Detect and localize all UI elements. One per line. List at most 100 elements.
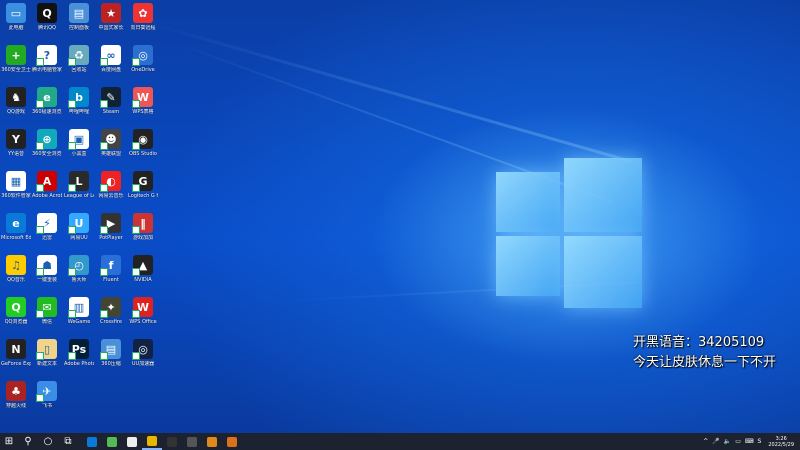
desktop-icon[interactable]: ▣ 小黑盒	[64, 129, 94, 157]
shortcut-arrow-icon	[100, 184, 108, 192]
tray-icon[interactable]: ^	[703, 438, 708, 445]
desktop-icon[interactable]: AAdobe Acrobat	[32, 171, 62, 199]
tray-icon[interactable]: 🎤	[712, 438, 719, 445]
desktop-icon[interactable]: ▥ WeGame	[64, 297, 94, 325]
shortcut-arrow-icon	[68, 58, 76, 66]
app-icon: A	[36, 171, 57, 192]
taskbar-app-icon[interactable]	[82, 433, 102, 450]
app-icon: ▶	[100, 213, 121, 234]
desktop-icon[interactable]: U 网易UU	[64, 213, 94, 241]
desktop-icon[interactable]: ⊕360安全浏览器	[32, 129, 62, 157]
desktop-icon[interactable]: ‖ 游戏加加	[128, 213, 158, 241]
desktop-icon[interactable]: ☗ 一键重装	[32, 255, 62, 283]
shortcut-arrow-icon	[68, 310, 76, 318]
desktop-icon[interactable]: ◐ 网易云音乐	[96, 171, 126, 199]
desktop-icon[interactable]: ◎ UU加速器	[128, 339, 158, 367]
desktop-icon[interactable]: ✦ Crossfire	[96, 297, 126, 325]
taskbar-app-icon[interactable]	[122, 433, 142, 450]
app-icon: ▣	[68, 129, 89, 150]
app-icon: L	[68, 171, 89, 192]
app-icon: ▤	[100, 339, 121, 360]
desktop-icon[interactable]: Y YY语音	[1, 129, 31, 157]
desktop-icon[interactable]: LLeague of Legends	[64, 171, 94, 199]
desktop-icon[interactable]: W WPS Office	[128, 297, 158, 325]
desktop-icon[interactable]: Q 腾讯QQ	[32, 3, 62, 31]
app-icon: ✦	[100, 297, 121, 318]
tray-icon[interactable]: ▭	[735, 438, 741, 445]
desktop-icon[interactable]: ✉ 微信	[32, 297, 62, 325]
taskbar-app-icon[interactable]	[202, 433, 222, 450]
taskbar-app-icon[interactable]	[222, 433, 242, 450]
taskbar-app-icon[interactable]	[102, 433, 122, 450]
desktop-icon[interactable]: +360安全卫士	[1, 45, 31, 73]
desktop-icon[interactable]: ∞ 百度网盘	[96, 45, 126, 73]
app-icon: e	[36, 87, 57, 108]
desktop-icon[interactable]: N GeForce Experience	[1, 339, 31, 367]
desktop-icon-label: Logitech G HUB	[128, 193, 158, 199]
tray-icon[interactable]: 🔈	[724, 438, 731, 445]
shortcut-arrow-icon	[36, 394, 44, 402]
desktop-icon[interactable]: ◴ 鲁大师	[64, 255, 94, 283]
desktop-icon[interactable]: PsAdobe Photoshop	[64, 339, 94, 367]
desktop-icon[interactable]: Q QQ浏览器	[1, 297, 31, 325]
light-beam	[149, 22, 632, 163]
desktop-icon[interactable]: ☻ 英雄联盟	[96, 129, 126, 157]
desktop-icon[interactable]: ▤ 控制面板	[64, 3, 94, 31]
desktop-icon[interactable]: ✎ Steam	[96, 87, 126, 115]
desktop-icon[interactable]: ▶ PotPlayer	[96, 213, 126, 241]
desktop-icon[interactable]: W WPS表格	[128, 87, 158, 115]
desktop-icon[interactable]: f Fluent	[96, 255, 126, 283]
taskbar-app-icon[interactable]	[162, 433, 182, 450]
desktop-icon-label: 穿越火线	[5, 403, 26, 409]
desktop-icon-label: 此电脑	[8, 25, 24, 31]
desktop-icon[interactable]: b 哔哩哔哩	[64, 87, 94, 115]
taskbar-app-icon[interactable]	[182, 433, 202, 450]
desktop-icon[interactable]: ✿ 向日葵远程	[128, 3, 158, 31]
app-icon: Q	[37, 3, 57, 23]
desktop-icon-label: 新建文本	[36, 361, 57, 367]
app-icon: ♫	[6, 255, 26, 275]
desktop-icon-label: 360极速浏览器	[32, 109, 62, 115]
taskbar-app-icon[interactable]	[142, 433, 162, 450]
desktop-wallpaper: ▭ 此电脑 Q 腾讯QQ ▤ 控制面板 ★ 中国式家长 ✿ 向日葵远程 +360安全卫士? 腾讯电脑管…	[0, 0, 800, 433]
desktop-icon[interactable]: ▭ 此电脑	[1, 3, 31, 31]
start-button[interactable]: ⊞	[0, 433, 18, 450]
desktop-icon[interactable]: ? 腾讯电脑管家	[32, 45, 62, 73]
task-view-icon[interactable]: ⧉	[58, 433, 78, 450]
app-icon: ♞	[6, 87, 26, 107]
desktop-icon[interactable]: ♞ QQ游戏	[1, 87, 31, 115]
desktop-icon[interactable]: ◉ OBS Studio	[128, 129, 158, 157]
desktop-icon[interactable]: GLogitech G HUB	[128, 171, 158, 199]
clock[interactable]: 3:26 2022/5/29	[768, 436, 794, 448]
shortcut-arrow-icon	[36, 352, 44, 360]
desktop-icon-label: 网易云音乐	[98, 193, 124, 199]
desktop-icon-label: 鲁大师	[71, 277, 87, 283]
app-icon: Y	[6, 129, 26, 149]
desktop-icon[interactable]: ♻ 回收站	[64, 45, 94, 73]
desktop-icon[interactable]: ▲ NVIDIA	[128, 255, 158, 283]
desktop-icon[interactable]: ▦ 360软件管家	[1, 171, 31, 199]
app-icon: ♻	[68, 45, 89, 66]
system-tray: ^ 🎤 🔈 ▭ ⌨ S 3:26 2022/5/29	[703, 433, 800, 450]
desktop-icon[interactable]: ▯ 新建文本	[32, 339, 62, 367]
desktop-icon[interactable]: e Microsoft Edge	[1, 213, 31, 241]
desktop-icon[interactable]: e360极速浏览器	[32, 87, 62, 115]
desktop-icon[interactable]: ⚡ 迅雷	[32, 213, 62, 241]
tray-icon[interactable]: S	[758, 438, 762, 445]
desktop-icon-label: QQ浏览器	[4, 319, 28, 325]
desktop-icon[interactable]: ♣ 穿越火线	[1, 381, 31, 409]
desktop-icon-label: Adobe Acrobat	[32, 193, 62, 199]
shortcut-arrow-icon	[100, 142, 108, 150]
desktop-icon[interactable]: ★ 中国式家长	[96, 3, 126, 31]
desktop-icon[interactable]: ▤ 360压缩	[96, 339, 126, 367]
desktop-icon[interactable]: ◎ OneDrive	[128, 45, 158, 73]
desktop-icon[interactable]: ♫ QQ音乐	[1, 255, 31, 283]
cortana-icon[interactable]: ○	[38, 433, 58, 450]
search-icon[interactable]: ⚲	[18, 433, 38, 450]
windows-logo	[496, 158, 642, 308]
desktop-icon[interactable]: ✈ 飞书	[32, 381, 62, 409]
tray-icon[interactable]: ⌨	[745, 438, 754, 445]
app-icon: ▭	[6, 3, 26, 23]
app-icon: +	[6, 45, 26, 65]
app-icon: ▦	[6, 171, 26, 191]
